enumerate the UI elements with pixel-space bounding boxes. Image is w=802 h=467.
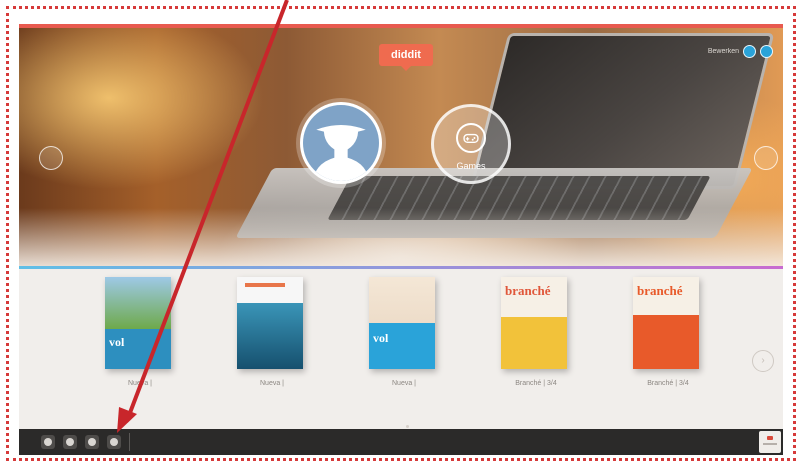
hero-next-button[interactable] [754, 146, 778, 170]
taskbar-divider [129, 433, 130, 451]
help-button[interactable] [759, 431, 781, 453]
games-label: Games [456, 161, 486, 171]
book-label: Branché | 3/4 [647, 380, 689, 387]
taskbar-button-4[interactable] [107, 435, 121, 449]
account-label[interactable]: Bewerken [708, 48, 739, 55]
book-item[interactable]: branché Branché | 3/4 [633, 277, 703, 395]
globe-icon [110, 438, 118, 446]
menu-icon [44, 438, 52, 446]
hero-banner: diddit Bewerken Games [19, 28, 783, 266]
user-silhouette-icon [303, 105, 379, 181]
taskbar-button-3[interactable] [85, 435, 99, 449]
book-cover [237, 277, 303, 369]
taskbar [19, 429, 783, 455]
settings-icon[interactable] [760, 44, 773, 58]
book-cover: branché [501, 277, 567, 369]
hero-prev-button[interactable] [39, 146, 63, 170]
edit-icon[interactable] [743, 44, 756, 58]
book-cover: vol [105, 277, 171, 369]
taskbar-button-2[interactable] [63, 435, 77, 449]
app-window: diddit Bewerken Games vol Nueva | Nueva … [19, 24, 783, 455]
book-label: Nueva | [392, 380, 416, 387]
account-controls: Bewerken [708, 44, 773, 58]
profile-tile[interactable] [300, 102, 382, 184]
book-label: Nueva | [260, 380, 284, 387]
shelf-next-button[interactable]: › [752, 350, 774, 372]
search-icon [88, 438, 96, 446]
diddit-logo[interactable]: diddit [379, 44, 433, 71]
table-fade [19, 208, 783, 266]
taskbar-button-1[interactable] [41, 435, 55, 449]
book-shelf: vol Nueva | Nueva | vol Nueva | branché … [19, 269, 783, 429]
gamepad-icon [456, 123, 486, 153]
book-item[interactable]: branché Branché | 3/4 [501, 277, 571, 395]
book-label: Branché | 3/4 [515, 380, 557, 387]
book-label: Nueva | [128, 380, 152, 387]
book-item[interactable]: Nueva | [237, 277, 307, 395]
book-item[interactable]: vol Nueva | [105, 277, 175, 395]
games-tile[interactable]: Games [431, 104, 511, 184]
book-cover: branché [633, 277, 699, 369]
book-cover: vol [369, 277, 435, 369]
book-item[interactable]: vol Nueva | [369, 277, 439, 395]
shelf-page-indicator [406, 425, 409, 428]
home-icon [66, 438, 74, 446]
